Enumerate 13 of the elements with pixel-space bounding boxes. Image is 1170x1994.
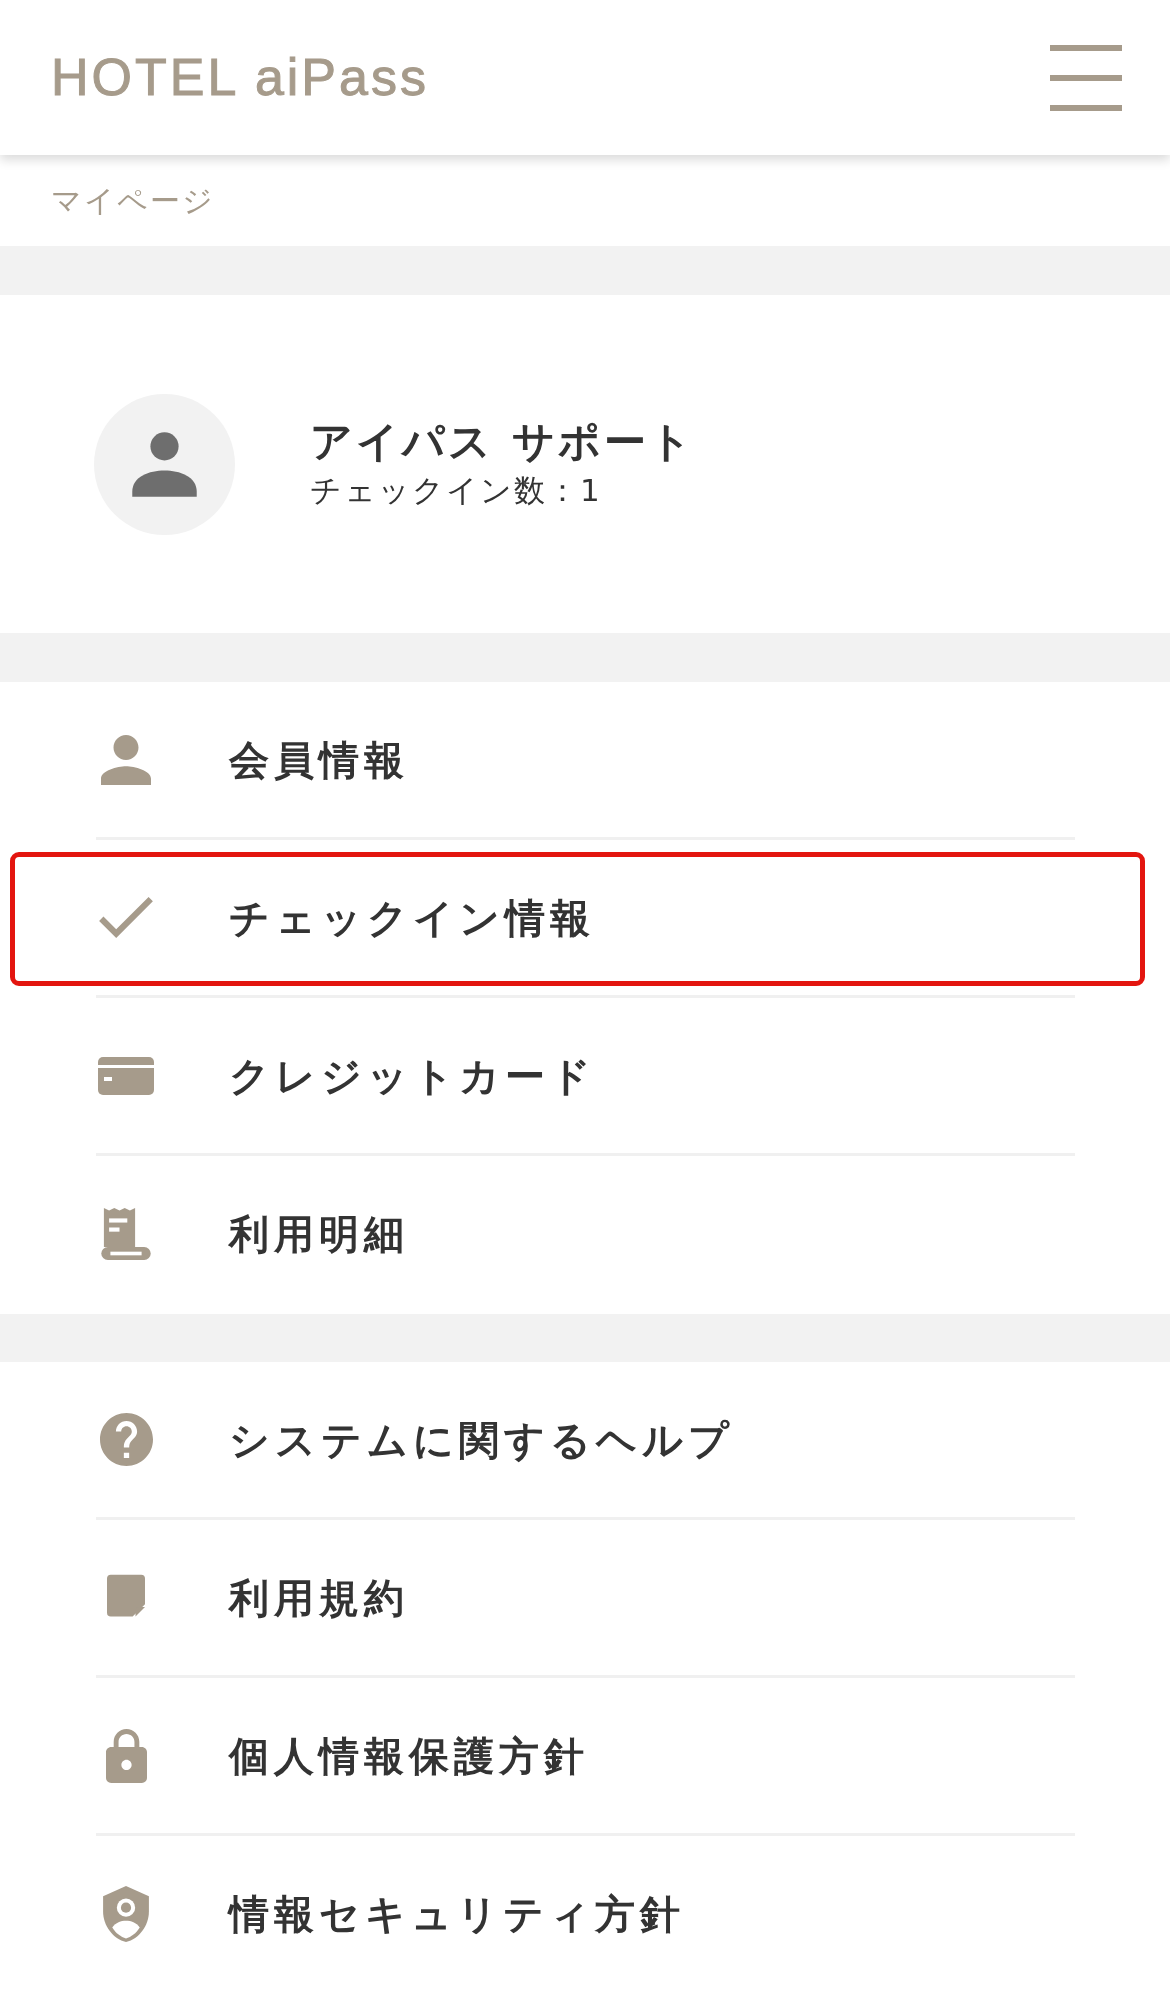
avatar-icon xyxy=(94,393,235,535)
logo-text: HOTEL aiPass xyxy=(51,47,429,109)
credit-card-icon xyxy=(98,1056,154,1095)
shield-icon xyxy=(103,1885,149,1942)
lock-icon xyxy=(105,1728,147,1783)
menu-icon[interactable] xyxy=(1050,44,1122,111)
person-icon xyxy=(101,734,151,785)
checkin-count: チェックイン数：1 xyxy=(310,470,603,510)
page-title: マイページ xyxy=(51,182,215,220)
profile-name: アイパス サポート xyxy=(310,418,695,467)
receipt-icon xyxy=(101,1207,151,1260)
help-icon xyxy=(99,1413,153,1466)
check-icon xyxy=(99,897,153,938)
